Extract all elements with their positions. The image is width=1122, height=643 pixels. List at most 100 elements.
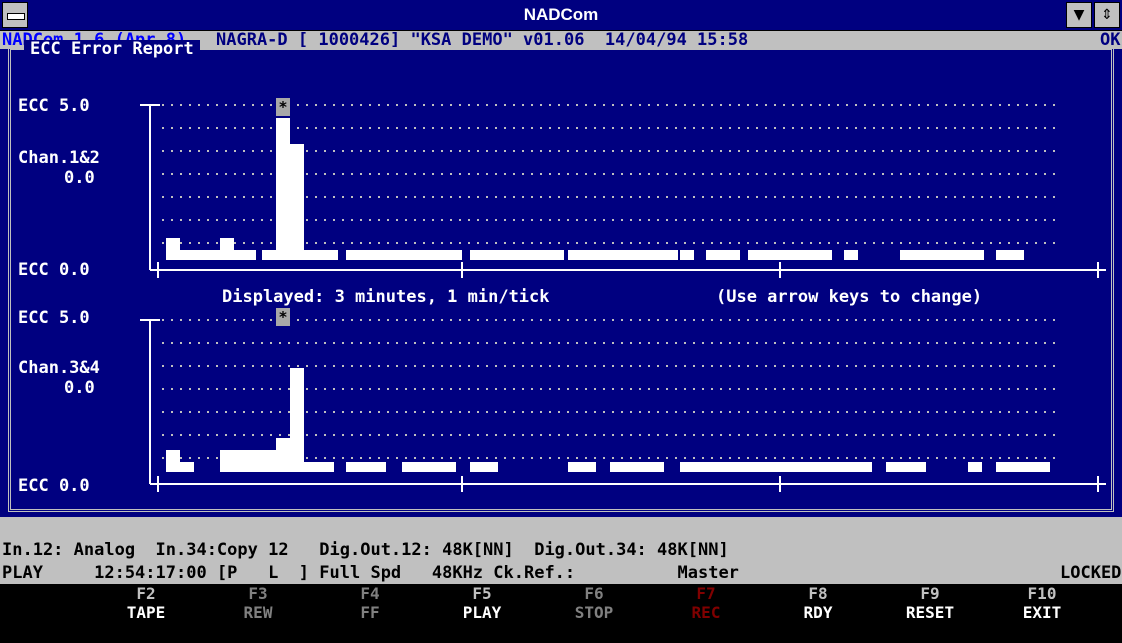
grid-dot — [162, 411, 164, 413]
grid-dot — [882, 411, 884, 413]
grid-dot — [729, 411, 731, 413]
grid-dot — [234, 319, 236, 321]
grid-dot — [180, 388, 182, 390]
grid-dot — [531, 342, 533, 344]
grid-dot — [675, 342, 677, 344]
grid-dot — [495, 104, 497, 106]
grid-dot — [1017, 104, 1019, 106]
grid-dot — [279, 434, 281, 436]
grid-dot — [432, 434, 434, 436]
grid-dot — [657, 242, 659, 244]
grid-dot — [918, 242, 920, 244]
grid-dot — [414, 388, 416, 390]
grid-dot — [261, 411, 263, 413]
grid-dot — [594, 457, 596, 459]
grid-dot — [657, 196, 659, 198]
grid-dot — [657, 127, 659, 129]
grid-dot — [477, 242, 479, 244]
grid-dot — [207, 411, 209, 413]
grid-dot — [423, 127, 425, 129]
fkey-rec-button[interactable]: F7 REC — [656, 584, 756, 622]
grid-dot — [972, 365, 974, 367]
grid-dot — [459, 457, 461, 459]
grid-dot — [189, 411, 191, 413]
grid-dot — [423, 411, 425, 413]
grid-dot — [189, 150, 191, 152]
grid-dot — [999, 219, 1001, 221]
top-bars — [166, 118, 1024, 260]
grid-dot — [810, 388, 812, 390]
grid-dot — [738, 150, 740, 152]
grid-dot — [792, 319, 794, 321]
grid-dot — [207, 242, 209, 244]
grid-dot — [585, 365, 587, 367]
grid-dot — [1017, 457, 1019, 459]
grid-dot — [594, 173, 596, 175]
grid-dot — [243, 196, 245, 198]
grid-dot — [747, 365, 749, 367]
grid-dot — [288, 388, 290, 390]
grid-dot — [1053, 242, 1055, 244]
grid-dot — [603, 388, 605, 390]
grid-dot — [432, 365, 434, 367]
grid-dot — [900, 104, 902, 106]
grid-dot — [594, 411, 596, 413]
fkey-tape-button[interactable]: F2 TAPE — [96, 584, 196, 622]
grid-dot — [513, 411, 515, 413]
grid-dot — [1053, 365, 1055, 367]
grid-dot — [576, 434, 578, 436]
grid-dot — [693, 127, 695, 129]
grid-dot — [522, 196, 524, 198]
grid-dot — [297, 365, 299, 367]
grid-dot — [648, 242, 650, 244]
grid-dot — [990, 242, 992, 244]
grid-dot — [477, 342, 479, 344]
grid-dot — [540, 150, 542, 152]
grid-dot — [846, 342, 848, 344]
grid-dot — [405, 342, 407, 344]
fkey-ff-button[interactable]: F4 FF — [320, 584, 420, 622]
grid-dot — [1008, 319, 1010, 321]
grid-dot — [423, 196, 425, 198]
grid-dot — [216, 196, 218, 198]
grid-dot — [270, 319, 272, 321]
grid-dot — [846, 411, 848, 413]
grid-dot — [684, 388, 686, 390]
grid-dot — [243, 127, 245, 129]
grid-dot — [810, 365, 812, 367]
grid-dot — [216, 219, 218, 221]
grid-dot — [180, 434, 182, 436]
grid-dot — [360, 196, 362, 198]
grid-dot — [1035, 242, 1037, 244]
grid-dot — [1017, 365, 1019, 367]
fkey-play-button[interactable]: F5 PLAY — [432, 584, 532, 622]
fkey-rdy-button[interactable]: F8 RDY — [768, 584, 868, 622]
grid-dot — [1008, 127, 1010, 129]
grid-dot — [648, 219, 650, 221]
grid-dot — [693, 388, 695, 390]
grid-dot — [189, 434, 191, 436]
grid-dot — [378, 319, 380, 321]
fkey-exit-button[interactable]: F10 EXIT — [992, 584, 1092, 622]
grid-dot — [315, 150, 317, 152]
grid-dot — [1035, 127, 1037, 129]
grid-dot — [936, 127, 938, 129]
grid-dot — [333, 342, 335, 344]
grid-dot — [1017, 319, 1019, 321]
grid-dot — [612, 173, 614, 175]
grid-dot — [612, 342, 614, 344]
grid-dot — [711, 457, 713, 459]
grid-dot — [1008, 150, 1010, 152]
fkey-stop-button[interactable]: F6 STOP — [544, 584, 644, 622]
grid-dot — [639, 196, 641, 198]
grid-dot — [621, 127, 623, 129]
fkey-rew-button[interactable]: F3 REW — [208, 584, 308, 622]
grid-dot — [900, 150, 902, 152]
bar — [968, 462, 982, 472]
fkey-reset-button[interactable]: F9 RESET — [880, 584, 980, 622]
grid-dot — [747, 127, 749, 129]
grid-dot — [261, 173, 263, 175]
grid-dot — [900, 173, 902, 175]
bar — [402, 462, 456, 472]
grid-dot — [981, 173, 983, 175]
